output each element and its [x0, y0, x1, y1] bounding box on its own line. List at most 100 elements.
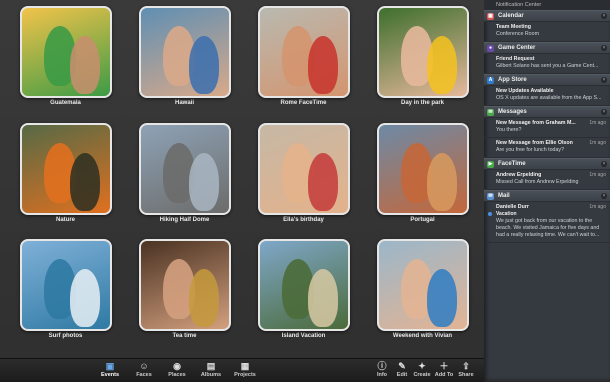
- event-item[interactable]: Ella's birthday: [244, 122, 363, 240]
- event-item[interactable]: Portugal: [363, 122, 482, 240]
- event-thumbnail[interactable]: [138, 6, 231, 98]
- event-caption: Rome FaceTime: [280, 100, 327, 106]
- event-thumbnail[interactable]: [19, 6, 112, 98]
- faces-icon: ☺: [139, 361, 149, 371]
- toolbar-label: Projects: [234, 372, 256, 378]
- event-thumbnail[interactable]: [257, 239, 350, 332]
- event-thumbnail[interactable]: [257, 6, 350, 98]
- notification-item[interactable]: Team Meeting Conference Room: [484, 22, 610, 42]
- event-caption: Tea time: [172, 333, 197, 340]
- toolbar-events-button[interactable]: ▣ Events: [96, 361, 124, 381]
- toolbar-projects-button[interactable]: ▦ Projects: [231, 361, 259, 381]
- notification-text: We just got back from our vacation to th…: [496, 218, 600, 238]
- close-icon[interactable]: ×: [601, 45, 607, 51]
- unread-dot-icon: [488, 212, 492, 216]
- event-item[interactable]: Island Vacation: [244, 239, 363, 356]
- photo-subject: [188, 269, 219, 328]
- notification-text: Conference Room: [496, 31, 539, 37]
- toolbar-label: Edit: [396, 372, 408, 378]
- event-thumbnail[interactable]: [138, 122, 231, 215]
- event-caption: Island Vacation: [281, 333, 326, 340]
- event-thumbnail[interactable]: [376, 122, 469, 215]
- messages-icon: ✉: [487, 108, 494, 116]
- event-item[interactable]: Rome FaceTime: [244, 6, 363, 123]
- events-icon: ▣: [105, 361, 115, 371]
- notification-item[interactable]: New Message from Ellie Olson Are you free…: [484, 138, 610, 158]
- toolbar-label: Faces: [136, 372, 152, 378]
- nc-section-name: App Store: [498, 77, 527, 83]
- event-caption: Ella's birthday: [283, 216, 324, 223]
- event-item[interactable]: Surf photos: [6, 239, 125, 356]
- places-icon: ◉: [173, 361, 181, 371]
- notification-center: Notification Center ▦ Calendar × Team Meeti…: [484, 0, 610, 381]
- nc-section-name: Game Center: [498, 45, 536, 51]
- notification-subject: Vacation: [496, 211, 517, 217]
- notification-text: OS X updates are available from the App …: [496, 95, 602, 101]
- nc-section-name: Messages: [498, 109, 527, 115]
- notification-center-title: Notification Center: [484, 0, 610, 10]
- close-icon[interactable]: ×: [601, 77, 607, 83]
- event-thumbnail[interactable]: [19, 122, 112, 215]
- photo-subject: [307, 36, 338, 94]
- toolbar-label: Info: [376, 372, 388, 378]
- photo-subject: [426, 36, 457, 94]
- event-item[interactable]: Hiking Half Dome: [125, 122, 244, 240]
- close-icon[interactable]: ×: [601, 161, 607, 167]
- iphoto-window: Guatemala Hawaii Rome FaceTime Day in the p…: [0, 0, 484, 382]
- calendar-icon: ▦: [487, 12, 494, 20]
- albums-icon: ▤: [206, 361, 216, 371]
- notification-item[interactable]: Friend Request Gilbert Solano has sent yo…: [484, 54, 610, 74]
- photo-subject: [307, 152, 338, 211]
- toolbar-albums-button[interactable]: ▤ Albums: [197, 361, 225, 381]
- photo-subject: [69, 269, 100, 328]
- event-caption: Weekend with Vivian: [392, 333, 453, 340]
- projects-icon: ▦: [240, 361, 250, 371]
- notification-time: 1m ago: [589, 172, 606, 178]
- photo-subject: [426, 152, 457, 211]
- notification-item[interactable]: New Updates Available OS X updates are av…: [484, 86, 610, 106]
- close-icon[interactable]: ×: [601, 109, 607, 115]
- event-item[interactable]: Hawaii: [125, 6, 244, 123]
- event-thumbnail[interactable]: [138, 239, 231, 332]
- event-caption: Portugal: [410, 216, 435, 223]
- notification-item[interactable]: New Message from Graham M... You there? 1m…: [484, 118, 610, 138]
- info-icon: ⓘ: [377, 361, 387, 371]
- event-item[interactable]: Tea time: [125, 239, 244, 356]
- nc-section-header: ● Game Center ×: [484, 42, 610, 54]
- event-thumbnail[interactable]: [376, 6, 469, 98]
- event-thumbnail[interactable]: [19, 239, 112, 332]
- nc-section-header: A App Store ×: [484, 74, 610, 86]
- nc-section-header: ▦ Calendar ×: [484, 10, 610, 22]
- close-icon[interactable]: ×: [601, 13, 607, 19]
- nc-section-header: ✉ Mail ×: [484, 190, 610, 202]
- notification-title: Team Meeting: [496, 24, 531, 30]
- event-item[interactable]: Nature: [6, 122, 125, 240]
- toolbar-label: Add To: [434, 372, 454, 378]
- event-caption: Day in the park: [400, 100, 444, 106]
- notification-title: New Updates Available: [496, 88, 554, 94]
- notification-text: You there?: [496, 127, 522, 133]
- toolbar-share-button[interactable]: ⇪ Share: [452, 361, 480, 381]
- toolbar-label: Events: [100, 372, 120, 378]
- app-store-icon: A: [487, 76, 494, 84]
- notification-item[interactable]: Andrew Erpelding Missed Call from Andrew …: [484, 170, 610, 190]
- event-thumbnail[interactable]: [376, 239, 469, 332]
- event-item[interactable]: Guatemala: [6, 6, 125, 123]
- notification-item[interactable]: Danielle Durr Vacation We just got back fr…: [484, 202, 610, 243]
- notification-text: Missed Call from Andrew Erpelding: [496, 179, 579, 185]
- nc-section-name: Calendar: [498, 13, 524, 19]
- toolbar-places-button[interactable]: ◉ Places: [163, 361, 191, 381]
- notification-time: 1m ago: [589, 120, 606, 126]
- notification-time: 1m ago: [589, 204, 606, 210]
- photo-subject: [188, 152, 219, 211]
- event-item[interactable]: Weekend with Vivian: [363, 239, 482, 356]
- event-caption: Nature: [55, 216, 75, 223]
- toolbar-label: Albums: [200, 372, 222, 378]
- game-center-icon: ●: [487, 44, 494, 52]
- event-thumbnail[interactable]: [257, 122, 350, 215]
- mail-icon: ✉: [487, 192, 494, 200]
- photo-subject: [69, 152, 100, 211]
- event-item[interactable]: Day in the park: [363, 6, 482, 123]
- toolbar-faces-button[interactable]: ☺ Faces: [130, 361, 158, 381]
- close-icon[interactable]: ×: [601, 193, 607, 199]
